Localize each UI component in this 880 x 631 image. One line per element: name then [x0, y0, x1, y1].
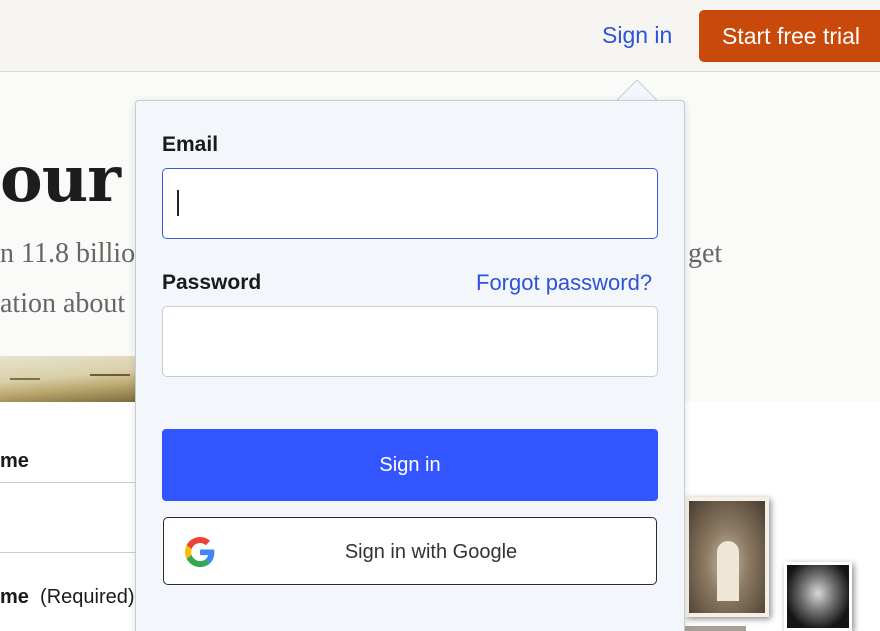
header-sign-in-link[interactable]: Sign in: [602, 22, 672, 49]
field-divider: [0, 552, 140, 553]
last-name-label: me: [0, 586, 29, 608]
popover-caret: [614, 79, 658, 101]
vintage-photo-doorway: [685, 497, 769, 617]
password-label: Password: [162, 271, 262, 294]
google-sign-in-button[interactable]: Sign in with Google: [163, 517, 657, 585]
first-name-field[interactable]: [0, 482, 140, 483]
vintage-photo-portrait: [784, 562, 852, 631]
document-image: [0, 356, 140, 402]
forgot-password-link[interactable]: Forgot password?: [476, 270, 652, 296]
hero-subtitle-line-2: ation about: [0, 288, 126, 319]
hero-subtitle-line-1-tail: get: [688, 238, 723, 269]
site-header: Sign in Start free trial: [0, 0, 880, 72]
sign-in-button[interactable]: Sign in: [162, 429, 658, 501]
google-sign-in-label: Sign in with Google: [344, 541, 518, 563]
email-field[interactable]: [162, 168, 658, 239]
text-cursor: [177, 190, 179, 216]
required-note: (Required): [40, 586, 135, 608]
hero-subtitle-line-1: n 11.8 billio: [0, 238, 136, 269]
first-name-label: me: [0, 450, 29, 472]
start-free-trial-button[interactable]: Start free trial: [699, 10, 880, 62]
email-label: Email: [162, 133, 219, 156]
password-field[interactable]: [162, 306, 658, 377]
